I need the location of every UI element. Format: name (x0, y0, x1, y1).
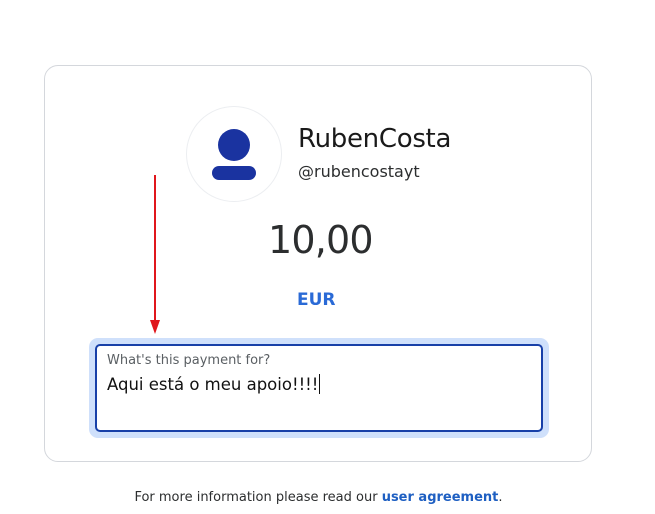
user-agreement-link[interactable]: user agreement (382, 490, 499, 505)
footer-legal-text: For more information please read our use… (0, 490, 637, 505)
payment-page: RubenCosta @rubencostayt 10,00 EUR What'… (0, 0, 655, 514)
recipient-name: RubenCosta (298, 124, 452, 154)
footer-text-after: . (498, 490, 503, 505)
avatar (186, 106, 282, 202)
payment-note-value: Aqui está o meu apoio!!!! (107, 375, 319, 394)
footer-text-before: For more information please read our (134, 490, 382, 505)
payment-note-field[interactable]: What's this payment for? Aqui está o meu… (95, 344, 543, 432)
currency-selector[interactable]: EUR (297, 290, 336, 310)
payment-note-label: What's this payment for? (107, 353, 271, 368)
user-silhouette-icon (212, 129, 256, 180)
recipient-handle: @rubencostayt (298, 162, 420, 181)
payment-note-input[interactable]: Aqui está o meu apoio!!!! (107, 374, 321, 394)
text-caret (319, 374, 321, 394)
payment-amount[interactable]: 10,00 (268, 218, 374, 262)
red-down-arrow-icon (150, 175, 160, 334)
